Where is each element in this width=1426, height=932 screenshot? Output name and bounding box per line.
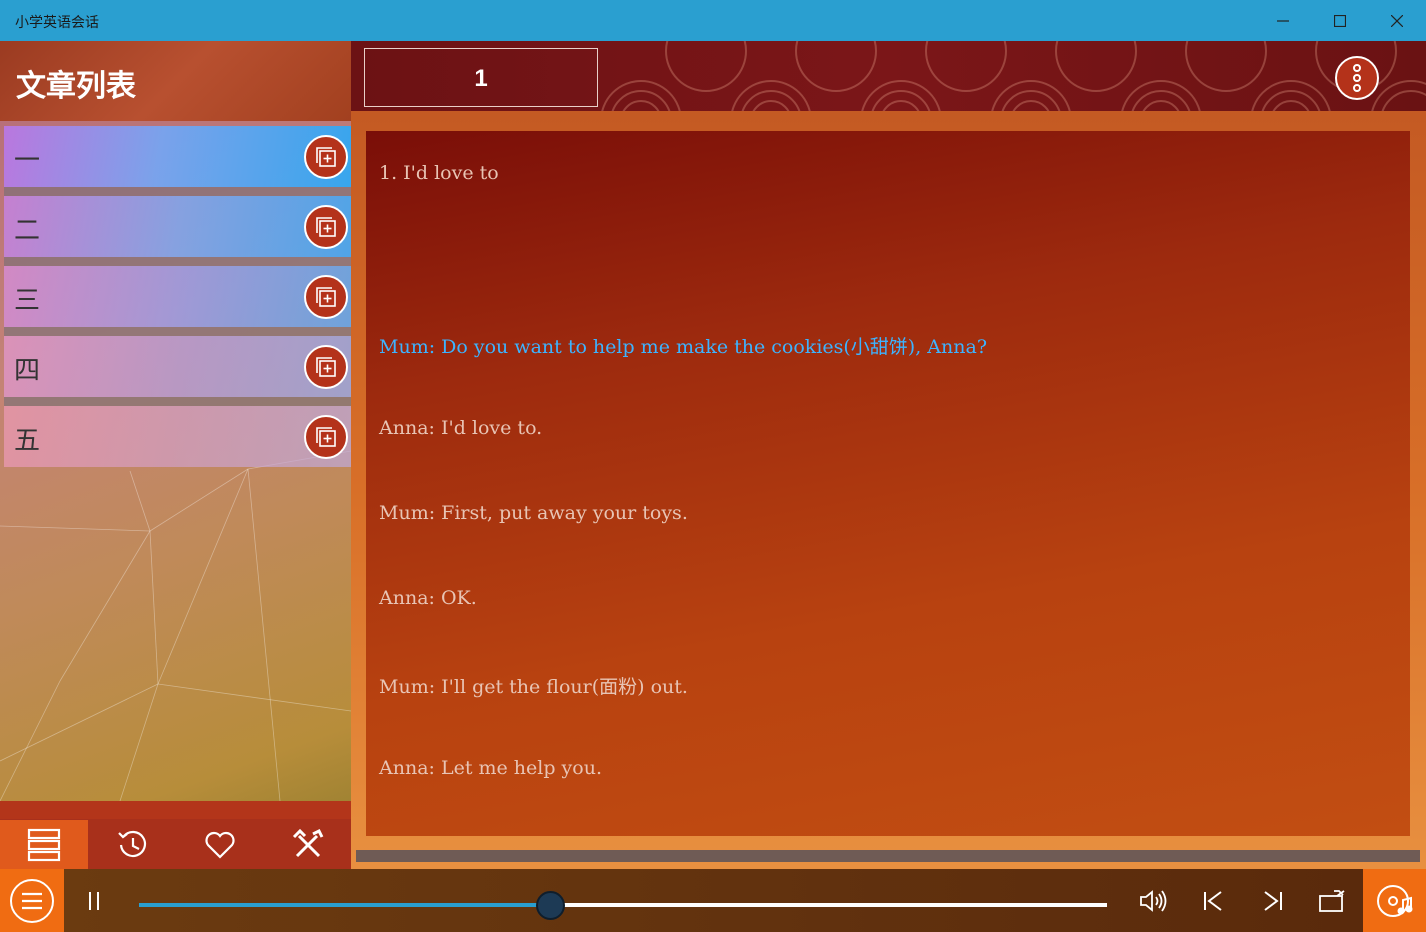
- chapter-label: 四: [14, 356, 41, 386]
- add-to-playlist-icon: [316, 147, 336, 167]
- app-title: 小学英语会话: [15, 15, 99, 31]
- add-chapter-button[interactable]: [304, 275, 348, 319]
- add-to-playlist-icon: [316, 287, 336, 307]
- previous-icon: [1204, 890, 1222, 911]
- divider: [4, 257, 351, 266]
- page-number: 1: [474, 65, 488, 92]
- page-number-box[interactable]: 1: [364, 48, 598, 107]
- add-chapter-button[interactable]: [304, 135, 348, 179]
- add-to-playlist-icon: [316, 427, 336, 447]
- article-line: Mum: First, put away your toys.: [379, 502, 688, 524]
- volume-icon: [1140, 889, 1167, 912]
- progress-fill: [139, 903, 551, 907]
- repeat-button[interactable]: [1308, 869, 1356, 932]
- article-line: 1. I'd love to: [379, 162, 499, 184]
- chapter-label: 五: [14, 426, 41, 456]
- chapter-item[interactable]: 三: [4, 266, 351, 327]
- article-line: Anna: OK.: [379, 587, 477, 609]
- article-line: Anna: Let me help you.: [379, 757, 603, 779]
- article-line: Anna: I'd love to.: [379, 417, 543, 439]
- sidebar-tabbar: [0, 801, 351, 869]
- chapter-item[interactable]: 四: [4, 336, 351, 397]
- chapter-label: 三: [14, 286, 41, 316]
- minimize-button[interactable]: [1254, 0, 1311, 41]
- pause-icon: [89, 891, 99, 910]
- volume-button[interactable]: [1129, 869, 1177, 932]
- article-line-current: Mum: Do you want to help me make the coo…: [379, 336, 988, 358]
- menu-icon-circle: [10, 878, 54, 923]
- tab-favorites[interactable]: [176, 820, 264, 869]
- maximize-icon: [1333, 14, 1346, 27]
- chapter-label: 一: [14, 146, 41, 176]
- sidebar-title: 文章列表: [16, 69, 136, 104]
- next-icon: [1264, 890, 1282, 911]
- add-to-playlist-icon: [316, 217, 336, 237]
- tab-tools[interactable]: [264, 820, 351, 869]
- article-line: Mum: I'll get the flour(面粉) out.: [379, 676, 688, 698]
- tools-icon: [292, 828, 324, 857]
- add-chapter-button[interactable]: [304, 205, 348, 249]
- sidebar-header: 文章列表: [0, 41, 351, 121]
- list-icon: [27, 828, 61, 861]
- sidebar: 文章列表 一 二 三 四 五: [0, 41, 351, 869]
- music-disc-icon: [1376, 884, 1412, 917]
- history-icon: [118, 830, 147, 857]
- add-chapter-button[interactable]: [304, 415, 348, 459]
- next-button[interactable]: [1249, 869, 1297, 932]
- music-disc-button[interactable]: [1363, 869, 1426, 932]
- close-icon: [1390, 14, 1403, 27]
- add-to-playlist-icon: [316, 357, 336, 377]
- tab-history[interactable]: [88, 820, 176, 869]
- article-panel[interactable]: 1. I'd love to Mum: Do you want to help …: [366, 131, 1410, 836]
- progress-slider[interactable]: [139, 903, 1107, 907]
- close-button[interactable]: [1368, 0, 1425, 41]
- more-vertical-icon: [1353, 64, 1361, 92]
- chapter-label: 二: [14, 216, 41, 246]
- horizontal-scrollbar[interactable]: [356, 850, 1420, 862]
- divider: [4, 397, 351, 406]
- minimize-icon: [1276, 19, 1289, 22]
- chapter-item[interactable]: 二: [4, 196, 351, 257]
- chapter-item[interactable]: 一: [4, 126, 351, 187]
- heart-icon: [205, 831, 235, 859]
- menu-button[interactable]: [0, 869, 64, 932]
- add-chapter-button[interactable]: [304, 345, 348, 389]
- menu-icon: [22, 892, 42, 909]
- maximize-button[interactable]: [1311, 0, 1368, 41]
- previous-button[interactable]: [1189, 869, 1237, 932]
- divider: [4, 327, 351, 336]
- divider: [4, 187, 351, 196]
- chapter-item[interactable]: 五: [4, 406, 351, 467]
- repeat-icon: [1319, 889, 1345, 912]
- tab-list[interactable]: [0, 820, 88, 869]
- tabbar-strip: [0, 801, 351, 819]
- title-bar: 小学英语会话: [0, 0, 1426, 41]
- pause-button[interactable]: [70, 869, 118, 932]
- player-bar: [0, 869, 1426, 932]
- more-options-button[interactable]: [1335, 56, 1379, 100]
